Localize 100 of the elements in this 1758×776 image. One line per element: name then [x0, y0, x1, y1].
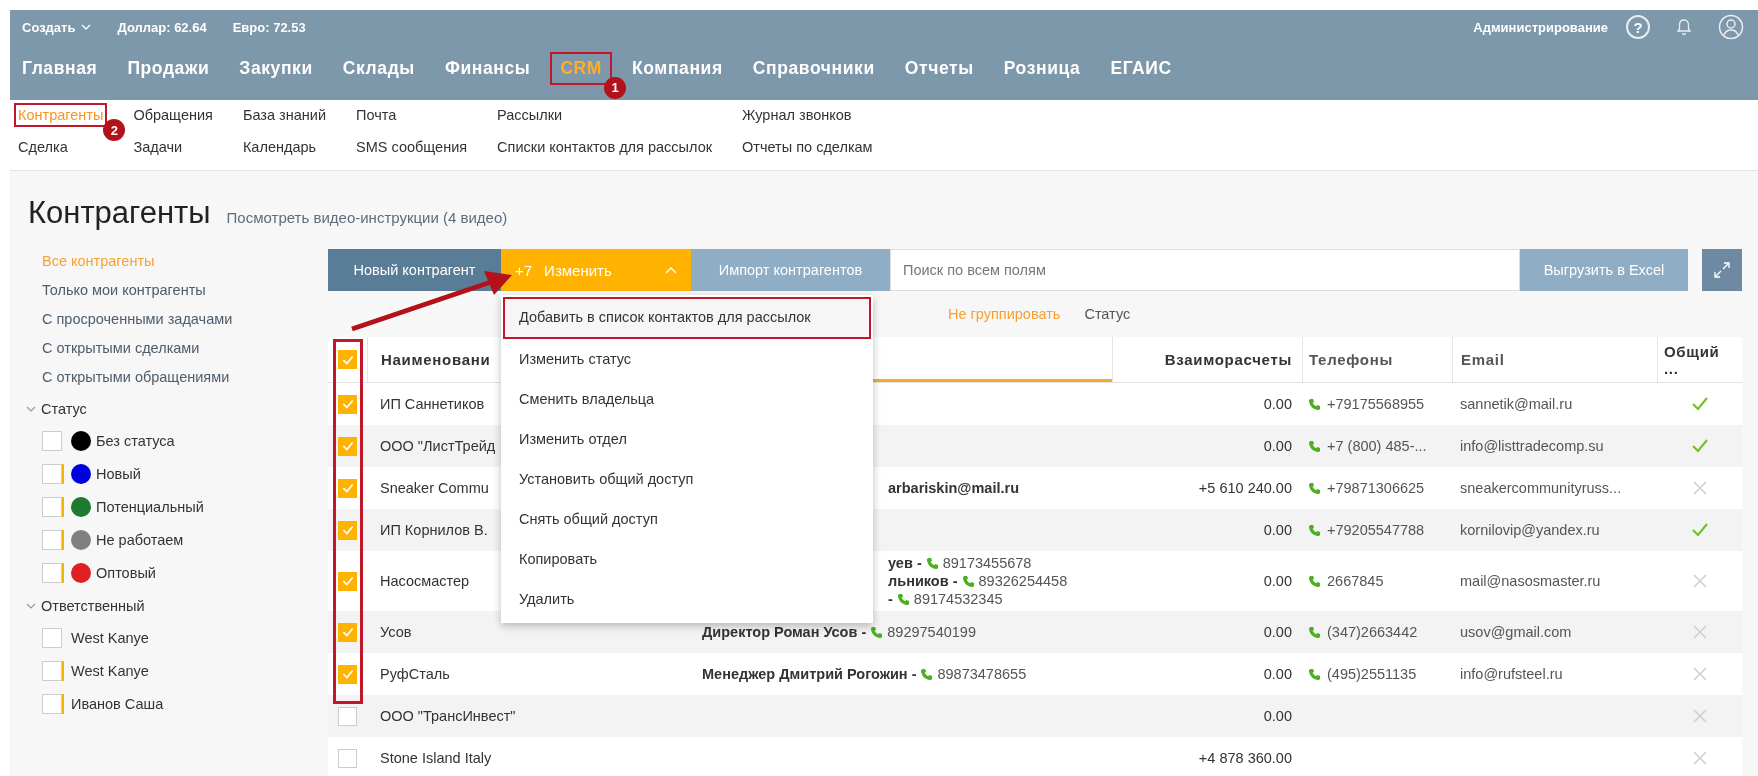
column-header[interactable]: Взаиморасчеты — [1164, 351, 1292, 368]
submenu-link[interactable]: Отчеты по сделкам — [738, 135, 877, 159]
contact-name: Директор Роман Усов - — [702, 624, 867, 640]
chevron-icon[interactable] — [26, 406, 36, 412]
table-cell: sannetik@mail.ru — [1460, 396, 1573, 412]
new-contractor-button[interactable]: Новый контрагент — [328, 249, 501, 291]
table-cell: 0.00 — [1263, 573, 1292, 589]
filter-label: Потенциальный — [96, 498, 204, 515]
expand-icon — [1712, 260, 1732, 280]
contact-phone: 89174532345 — [913, 591, 1003, 607]
filter-link[interactable]: Только мои контрагенты — [42, 276, 328, 305]
menu-item[interactable]: Удалить — [501, 579, 873, 619]
checkbox[interactable] — [338, 571, 357, 591]
expand-button[interactable] — [1702, 249, 1742, 291]
filter-label: Новый — [96, 465, 141, 482]
table-cell: info@rufsteel.ru — [1460, 666, 1563, 682]
column-header[interactable]: Общий ... — [1664, 342, 1736, 377]
checkbox[interactable] — [42, 562, 62, 583]
submenu-link[interactable]: Календарь — [238, 135, 321, 159]
column-header[interactable]: Телефоны — [1309, 351, 1393, 368]
checkbox[interactable] — [338, 350, 357, 369]
phone-icon — [1308, 397, 1321, 411]
checkbox[interactable] — [338, 748, 357, 768]
table-cell: kornilovip@yandex.ru — [1460, 522, 1600, 538]
table-cell: 0.00 — [1263, 438, 1292, 454]
checkbox[interactable] — [338, 622, 357, 642]
caret-icon — [665, 266, 677, 274]
table-cell: mail@nasosmaster.ru — [1460, 573, 1601, 589]
phone-icon — [896, 592, 910, 606]
table-cell: РуфСталь — [380, 666, 450, 682]
contact-name: льников - — [888, 573, 958, 589]
filter-link[interactable]: С открытыми обращениями — [42, 363, 328, 392]
table-cell: 0.00 — [1263, 522, 1292, 538]
filter-link[interactable]: С просроченными задачами — [42, 305, 328, 334]
contact-phone: 89326254458 — [978, 573, 1068, 589]
checkbox[interactable] — [338, 520, 357, 540]
user-icon[interactable] — [1718, 14, 1744, 40]
submenu-link[interactable]: Журнал звонков — [738, 103, 856, 127]
contact-phone: 89873478655 — [937, 666, 1027, 682]
column-header[interactable]: Email — [1461, 351, 1505, 368]
table-cell: usov@gmail.com — [1460, 624, 1572, 640]
bell-icon[interactable] — [1676, 18, 1692, 36]
table-cell: +5 610 240.00 — [1198, 480, 1292, 496]
table-cell: ИП Корнилов В. — [380, 522, 488, 538]
table-cell: +79871306625 — [1327, 480, 1425, 496]
table-cell: 2667845 — [1327, 573, 1384, 589]
submenu-link[interactable]: SMS сообщения — [352, 135, 472, 159]
checkbox[interactable] — [338, 664, 357, 684]
phone-icon — [1308, 439, 1321, 453]
submenu-link[interactable]: Сделка — [14, 135, 72, 159]
phone-icon — [1308, 481, 1321, 495]
checkbox[interactable] — [42, 529, 62, 550]
checkbox[interactable] — [42, 430, 62, 451]
menu-item[interactable]: Установить общий доступ — [501, 459, 873, 499]
checkbox[interactable] — [42, 660, 62, 681]
table-cell: sneakercommunityruss... — [1460, 480, 1622, 496]
submenu-link[interactable]: Задачи — [129, 135, 187, 159]
submenu-link[interactable]: База знаний — [238, 103, 330, 127]
table-cell: Sneaker Commu — [380, 480, 489, 496]
step-badge: 1 — [604, 76, 627, 99]
checkbox[interactable] — [338, 706, 357, 726]
step-badge: 2 — [103, 119, 126, 141]
table-cell: 0.00 — [1263, 666, 1292, 682]
checkbox[interactable] — [42, 627, 62, 648]
chevron-icon[interactable] — [26, 603, 36, 609]
filter-label: Не работаем — [96, 531, 184, 548]
table-cell: 0.00 — [1263, 624, 1292, 640]
phone-icon — [961, 574, 975, 588]
menu-item[interactable]: Сменить владельца — [501, 379, 873, 419]
menu-item[interactable]: Снять общий доступ — [501, 499, 873, 539]
checkbox[interactable] — [42, 496, 62, 517]
grouping-link[interactable]: Статус — [1084, 306, 1131, 322]
phone-icon — [920, 667, 934, 681]
phone-icon — [1308, 574, 1321, 588]
checkbox[interactable] — [338, 436, 357, 456]
phone-icon — [1308, 625, 1321, 639]
menu-item[interactable]: Копировать — [501, 539, 873, 579]
menu-item[interactable]: Изменить статус — [501, 339, 873, 379]
checkbox[interactable] — [42, 463, 62, 484]
phone-icon — [1308, 523, 1321, 537]
submenu-link[interactable]: Списки контактов для рассылок — [493, 135, 717, 159]
video-link[interactable]: Посмотреть видео-инструкции (4 видео) — [226, 209, 508, 226]
phone-icon — [1308, 667, 1321, 681]
submenu-link[interactable]: Рассылки — [493, 103, 567, 127]
checkbox[interactable] — [338, 478, 357, 498]
page-title: Контрагенты — [28, 195, 211, 231]
menu-item[interactable]: Добавить в список контактов для рассылок — [503, 297, 871, 339]
currency-rate: Евро: 72.53 — [232, 19, 306, 35]
submenu-link[interactable]: Почта — [352, 103, 401, 127]
table-cell: (495)2551135 — [1327, 666, 1417, 682]
checkmark-icon — [340, 667, 355, 681]
filter-link[interactable]: С открытыми сделками — [42, 334, 328, 363]
checkbox[interactable] — [338, 394, 357, 414]
search-field[interactable]: Поиск по всем полям — [890, 249, 1520, 291]
checkbox[interactable] — [42, 693, 62, 714]
filter-label: Без статуса — [96, 432, 175, 449]
menu-item[interactable]: Изменить отдел — [501, 419, 873, 459]
table-cell: ООО "ЛистТрейд — [380, 438, 496, 454]
column-header[interactable]: Наименовани — [381, 351, 491, 368]
submenu-link[interactable]: Обращения — [129, 103, 217, 127]
